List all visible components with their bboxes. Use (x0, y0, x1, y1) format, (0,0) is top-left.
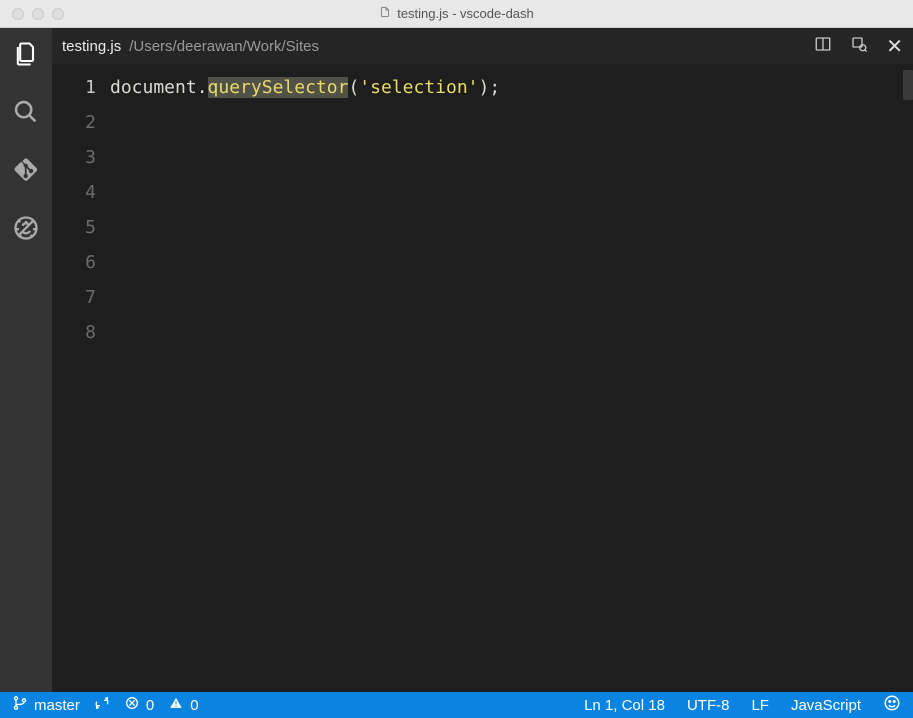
editor-group: testing.js /Users/deerawan/Work/Sites ✕ (52, 28, 913, 692)
warning-count: 0 (190, 697, 198, 714)
debug-icon (12, 214, 40, 247)
activity-bar (0, 28, 52, 692)
window-titlebar: testing.js - vscode-dash (0, 0, 913, 28)
tab-filename[interactable]: testing.js (62, 38, 121, 55)
smile-icon (883, 694, 901, 716)
debug-tab[interactable] (12, 216, 40, 244)
show-whitespace-icon[interactable] (850, 35, 868, 57)
status-feedback[interactable] (883, 694, 901, 716)
code-line[interactable] (110, 175, 913, 210)
code-line[interactable] (110, 105, 913, 140)
status-errors[interactable]: 0 (124, 695, 154, 715)
source-control-tab[interactable] (12, 158, 40, 186)
line-number: 8 (52, 315, 96, 350)
code-line[interactable]: document.querySelector('selection'); (110, 70, 913, 105)
editor-tab-row: testing.js /Users/deerawan/Work/Sites ✕ (52, 28, 913, 64)
status-sync[interactable] (94, 695, 110, 715)
line-gutter: 1 2 3 4 5 6 7 8 (52, 64, 110, 692)
line-number: 7 (52, 280, 96, 315)
error-count: 0 (146, 697, 154, 714)
token-punct: . (197, 77, 208, 98)
token-punct: ) (479, 77, 490, 98)
warning-icon (168, 695, 184, 715)
branch-name: master (34, 697, 80, 714)
close-icon[interactable]: ✕ (886, 34, 903, 59)
error-icon (124, 695, 140, 715)
token-punct: ( (348, 77, 359, 98)
token-string: 'selection' (359, 77, 478, 98)
line-number: 4 (52, 175, 96, 210)
line-number: 3 (52, 140, 96, 175)
status-bar: master 0 0 (0, 692, 913, 718)
branch-icon (12, 695, 28, 715)
status-branch[interactable]: master (12, 695, 80, 715)
window-title-wrap: testing.js - vscode-dash (0, 6, 913, 21)
status-warnings[interactable]: 0 (168, 695, 198, 715)
code-line[interactable] (110, 210, 913, 245)
token-punct: ; (489, 77, 500, 98)
line-number: 2 (52, 105, 96, 140)
token-identifier: document (110, 77, 197, 98)
search-icon (12, 98, 40, 131)
status-cursor[interactable]: Ln 1, Col 18 (584, 697, 665, 714)
file-icon (379, 6, 391, 21)
split-editor-icon[interactable] (814, 35, 832, 57)
code-lines[interactable]: document.querySelector('selection'); (110, 64, 913, 692)
explorer-tab[interactable] (12, 42, 40, 70)
line-number: 6 (52, 245, 96, 280)
line-number: 1 (52, 70, 96, 105)
status-language[interactable]: JavaScript (791, 697, 861, 714)
code-line[interactable] (110, 140, 913, 175)
code-line[interactable] (110, 280, 913, 315)
main-area: testing.js /Users/deerawan/Work/Sites ✕ (0, 28, 913, 692)
code-line[interactable] (110, 315, 913, 350)
token-call-selected: querySelector (208, 77, 349, 98)
tab-path: /Users/deerawan/Work/Sites (129, 38, 814, 55)
sync-icon (94, 695, 110, 715)
tab-actions: ✕ (814, 34, 903, 59)
minimap-thumb[interactable] (903, 70, 913, 100)
line-number: 5 (52, 210, 96, 245)
window-title: testing.js - vscode-dash (397, 6, 534, 21)
status-eol[interactable]: LF (751, 697, 769, 714)
search-tab[interactable] (12, 100, 40, 128)
git-icon (12, 156, 40, 189)
status-encoding[interactable]: UTF-8 (687, 697, 730, 714)
code-line[interactable] (110, 245, 913, 280)
files-icon (12, 40, 40, 73)
code-editor[interactable]: 1 2 3 4 5 6 7 8 document.querySelector('… (52, 64, 913, 692)
